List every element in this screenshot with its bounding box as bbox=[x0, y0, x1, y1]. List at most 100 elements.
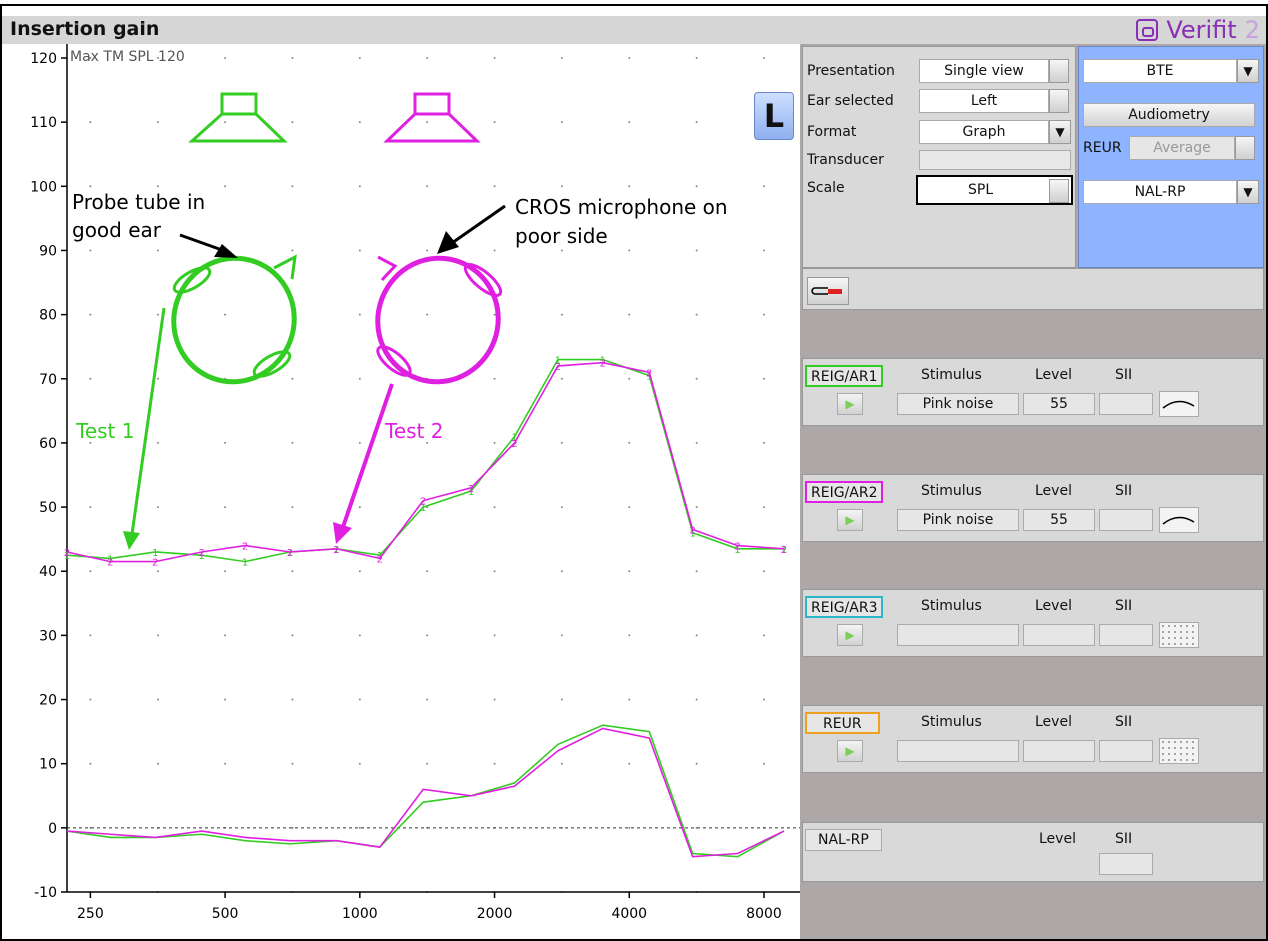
grid-dot bbox=[695, 57, 698, 59]
nal-rp-panel: NAL-RP Level SII bbox=[802, 822, 1264, 882]
level-header: Level bbox=[1035, 367, 1072, 383]
grid-dot bbox=[493, 570, 496, 573]
scale-toggle-button[interactable] bbox=[1049, 179, 1069, 203]
data-point-marker: 2 bbox=[420, 497, 426, 508]
reur-tag[interactable]: REUR bbox=[805, 712, 880, 734]
grid-dot bbox=[291, 441, 294, 444]
grid-dot bbox=[224, 121, 227, 124]
level-field[interactable] bbox=[1023, 740, 1095, 762]
max-tm-spl-label: Max TM SPL 120 bbox=[70, 49, 185, 65]
grid-dot bbox=[156, 249, 159, 252]
grid-dot bbox=[763, 249, 765, 252]
presentation-toggle-button[interactable] bbox=[1049, 59, 1069, 83]
play-icon[interactable]: ▶ bbox=[837, 624, 863, 646]
y-tick-label: 80 bbox=[39, 308, 57, 324]
probe-tube-icon[interactable] bbox=[807, 277, 849, 305]
series-line-1 bbox=[66, 358, 784, 563]
chevron-down-icon[interactable]: ▼ bbox=[1049, 120, 1071, 144]
stimulus-header: Stimulus bbox=[921, 367, 982, 383]
ear-selected-toggle-button[interactable] bbox=[1049, 89, 1069, 113]
chevron-down-icon[interactable]: ▼ bbox=[1237, 59, 1259, 83]
stimulus-field[interactable]: Pink noise bbox=[897, 509, 1019, 531]
grid-dot bbox=[763, 762, 765, 765]
data-point-marker: 2 bbox=[734, 542, 740, 553]
insertion-gain-graph[interactable]: 1201101009080706050403020100-10250 500 100… bbox=[2, 44, 800, 939]
format-label: Format bbox=[807, 124, 857, 140]
grid-dot bbox=[560, 185, 563, 188]
grid-dot bbox=[89, 634, 92, 637]
sii-field bbox=[1099, 624, 1153, 646]
presentation-field[interactable]: Single view bbox=[919, 59, 1049, 83]
dotted-curve-icon[interactable] bbox=[1159, 622, 1199, 648]
grid-dot bbox=[493, 313, 496, 316]
format-select[interactable]: Graph bbox=[919, 120, 1049, 144]
sii-header: SII bbox=[1115, 367, 1133, 383]
grid-dot bbox=[695, 121, 698, 124]
grid-dot bbox=[493, 121, 496, 124]
data-point-marker: 2 bbox=[600, 359, 606, 370]
level-field[interactable]: 55 bbox=[1023, 393, 1095, 415]
play-icon[interactable]: ▶ bbox=[837, 740, 863, 762]
nal-rp-tag[interactable]: NAL-RP bbox=[805, 829, 882, 851]
test3-tag[interactable]: REIG/AR3 bbox=[805, 596, 884, 618]
grid-dot bbox=[560, 377, 563, 380]
instrument-style-select[interactable]: BTE bbox=[1083, 59, 1237, 83]
audiometry-button[interactable]: Audiometry bbox=[1083, 103, 1255, 127]
test2-tag[interactable]: REIG/AR2 bbox=[805, 481, 884, 503]
y-tick-label: 90 bbox=[39, 243, 57, 259]
fitting-panel: BTE ▼ Audiometry REUR Average NAL-RP ▼ bbox=[1078, 46, 1264, 268]
grid-dot bbox=[426, 570, 429, 573]
y-tick-label: 30 bbox=[39, 628, 57, 644]
transducer-label: Transducer bbox=[807, 152, 884, 168]
grid-dot bbox=[89, 698, 92, 701]
grid-dot bbox=[560, 634, 563, 637]
prescription-target-select[interactable]: NAL-RP bbox=[1083, 180, 1237, 204]
grid-dot bbox=[628, 121, 631, 124]
grid-dot bbox=[224, 441, 227, 444]
grid-dot bbox=[291, 634, 294, 637]
reur-average-field[interactable]: Average bbox=[1129, 136, 1235, 160]
grid-dot bbox=[763, 441, 765, 444]
grid-dot bbox=[156, 441, 159, 444]
grid-dot bbox=[560, 249, 563, 252]
sii-header: SII bbox=[1115, 483, 1133, 499]
grid-dot bbox=[628, 698, 631, 701]
ear-selected-field[interactable]: Left bbox=[919, 89, 1049, 113]
level-field[interactable] bbox=[1023, 624, 1095, 646]
curve-icon[interactable] bbox=[1159, 391, 1199, 417]
ear-indicator-badge[interactable]: L bbox=[754, 92, 794, 140]
graph-area[interactable]: 120 110 100 90 80 70 60 50 40 30 20 10 0 -10 250 500 100… bbox=[2, 44, 800, 939]
arrow-icon bbox=[333, 383, 394, 544]
stimulus-header: Stimulus bbox=[921, 714, 982, 730]
grid-dot bbox=[89, 313, 92, 316]
play-icon[interactable]: ▶ bbox=[837, 509, 863, 531]
stimulus-field[interactable]: Pink noise bbox=[897, 393, 1019, 415]
y-tick-label: 60 bbox=[39, 436, 57, 452]
grid-dot bbox=[695, 441, 698, 444]
y-tick-label: -10 bbox=[34, 885, 57, 901]
grid-dot bbox=[89, 185, 92, 188]
data-point-marker: 2 bbox=[689, 526, 695, 537]
sii-field bbox=[1099, 740, 1153, 762]
top-border bbox=[0, 0, 1268, 6]
stimulus-field[interactable] bbox=[897, 740, 1019, 762]
curve-icon[interactable] bbox=[1159, 507, 1199, 533]
stimulus-field[interactable] bbox=[897, 624, 1019, 646]
level-field[interactable]: 55 bbox=[1023, 509, 1095, 531]
transducer-field bbox=[919, 150, 1071, 170]
arrow-icon bbox=[179, 233, 238, 258]
test1-tag[interactable]: REIG/AR1 bbox=[805, 365, 884, 387]
grid-dot bbox=[493, 57, 496, 59]
data-point-marker: 2 bbox=[333, 545, 339, 556]
grid-dot bbox=[89, 377, 92, 380]
dotted-curve-icon[interactable] bbox=[1159, 738, 1199, 764]
grid-dot bbox=[358, 249, 361, 252]
brand: Verifit 2 bbox=[1136, 16, 1260, 44]
grid-dot bbox=[426, 313, 429, 316]
play-icon[interactable]: ▶ bbox=[837, 393, 863, 415]
chevron-down-icon[interactable]: ▼ bbox=[1237, 180, 1259, 204]
grid-dot bbox=[89, 570, 92, 573]
grid-dot bbox=[763, 634, 765, 637]
reur-toggle-button[interactable] bbox=[1235, 136, 1255, 160]
grid-dot bbox=[426, 121, 429, 124]
